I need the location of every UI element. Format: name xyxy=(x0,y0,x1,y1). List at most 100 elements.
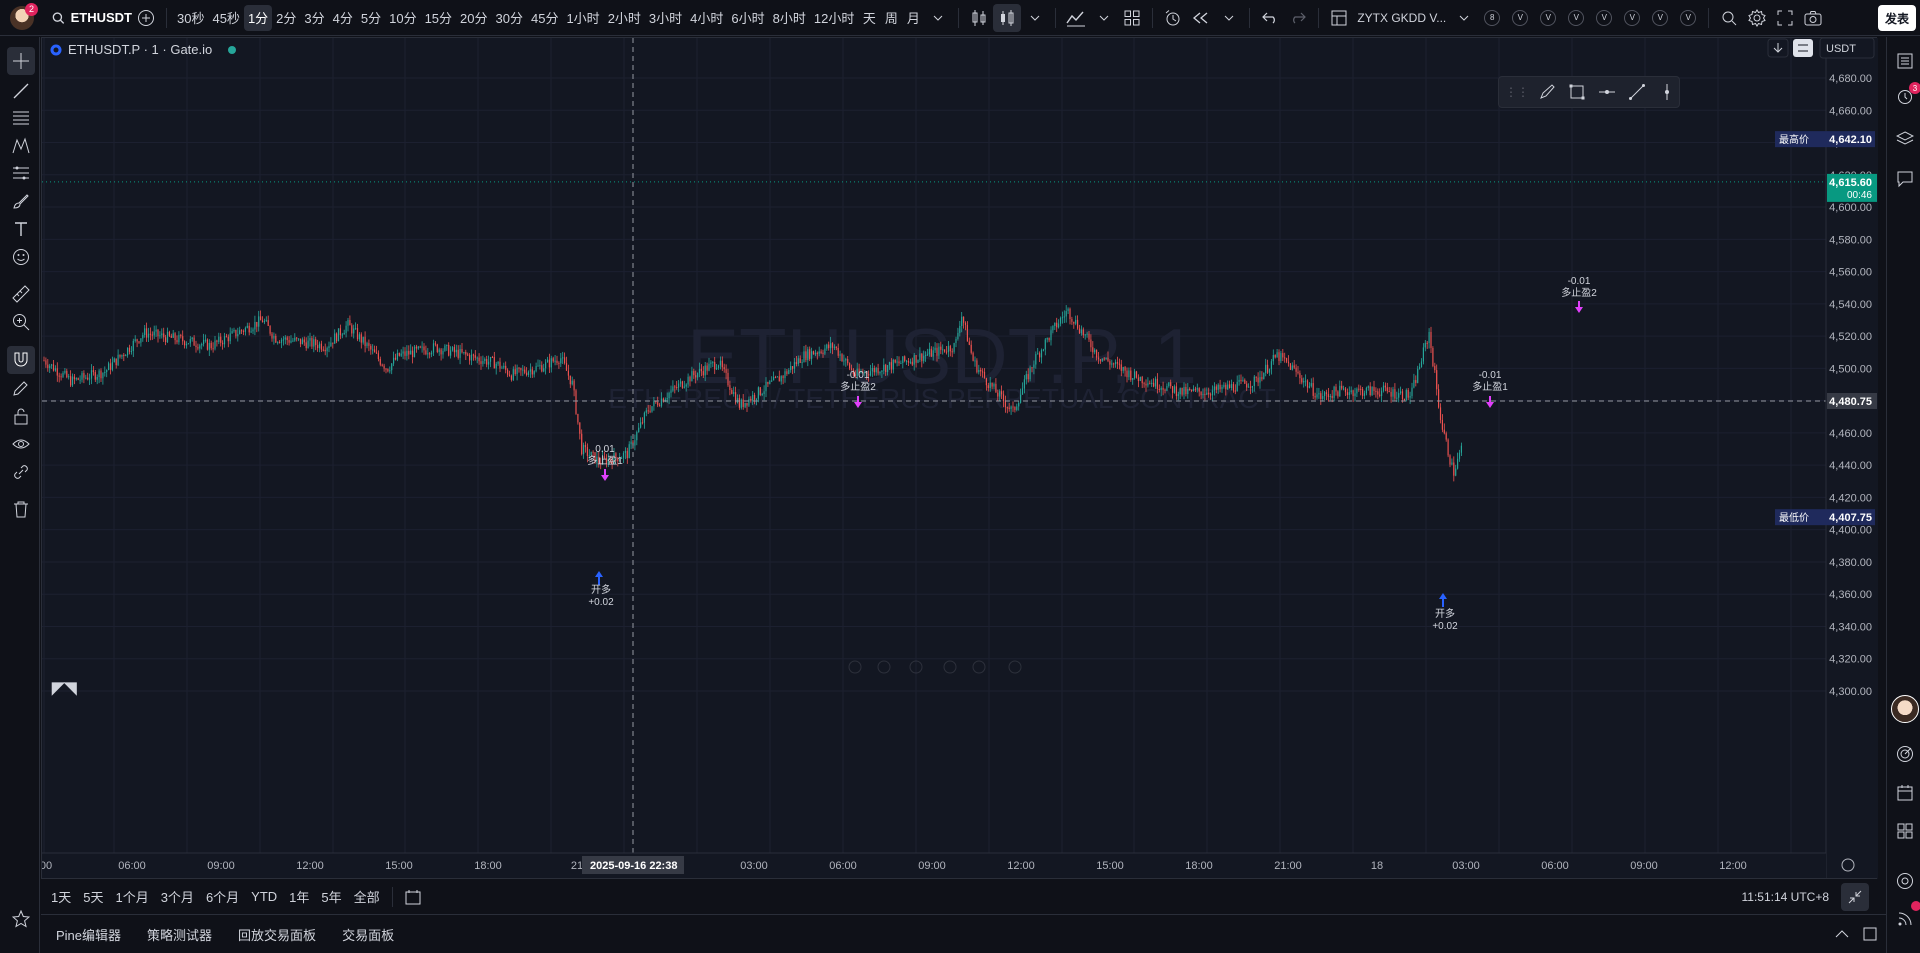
interval-button[interactable]: 天 xyxy=(858,5,880,31)
sell-marker-3[interactable]: -0.01多止盈1 xyxy=(1472,370,1508,408)
legend-title[interactable]: ETHUSDT.P · 1 · Gate.io xyxy=(68,42,212,57)
clock[interactable]: 11:51:14 UTC+8 xyxy=(1742,890,1830,904)
symbol-search[interactable]: ETHUSDT xyxy=(52,10,132,25)
interval-button[interactable]: 12小时 xyxy=(810,5,858,31)
interval-button[interactable]: 2小时 xyxy=(604,5,645,31)
assistant-avatar[interactable] xyxy=(1891,695,1919,723)
float-brush-button[interactable] xyxy=(1535,78,1559,106)
interval-button[interactable]: 6小时 xyxy=(727,5,768,31)
panel-tab[interactable]: 策略测试器 xyxy=(134,925,225,944)
layout-button[interactable] xyxy=(1325,4,1353,32)
panel-collapse-button[interactable] xyxy=(1828,920,1856,948)
chart-style-dropdown[interactable] xyxy=(1021,4,1049,32)
time-scale[interactable]: 00 06:00 09:00 12:00 15:00 18:00 21 03:00 06:00 0… xyxy=(42,852,1826,879)
interval-button[interactable]: 周 xyxy=(880,5,902,31)
interval-button[interactable]: 1分 xyxy=(243,4,273,31)
emoji-tool[interactable] xyxy=(7,243,35,271)
settings-button[interactable] xyxy=(1743,4,1771,32)
chat-button[interactable] xyxy=(1891,165,1919,193)
range-button[interactable]: 1个月 xyxy=(109,887,154,906)
panel-tab[interactable]: 回放交易面板 xyxy=(225,925,329,944)
alert-button[interactable] xyxy=(1159,4,1187,32)
indicator-toggle[interactable]: V xyxy=(1596,9,1613,26)
object-tree-button[interactable] xyxy=(1891,125,1919,153)
indicator-toggle[interactable]: V xyxy=(1512,9,1529,26)
price-scale[interactable]: 4,680.004,660.004,640.004,620.004,600.00… xyxy=(1825,38,1878,879)
interval-button[interactable]: 10分 xyxy=(385,5,420,31)
interval-button[interactable]: 2分 xyxy=(272,5,300,31)
range-button[interactable]: 5年 xyxy=(315,887,347,906)
interval-button[interactable]: 15分 xyxy=(421,5,456,31)
snapshot-button[interactable] xyxy=(1799,4,1827,32)
interval-button[interactable]: 45秒 xyxy=(208,5,243,31)
drag-handle-icon[interactable]: ⋮⋮ xyxy=(1505,85,1529,99)
buy-marker-2[interactable]: 开多+0.02 xyxy=(1432,593,1458,632)
publish-button[interactable]: 发表 xyxy=(1877,5,1916,31)
auto-scale-button[interactable] xyxy=(1793,39,1813,57)
currency-selector[interactable]: USDT xyxy=(1819,38,1875,59)
help-button[interactable] xyxy=(1891,867,1919,895)
indicator-toggle[interactable]: V xyxy=(1652,9,1669,26)
float-trendline-button[interactable] xyxy=(1625,78,1649,106)
candles-style-button[interactable] xyxy=(993,3,1022,32)
redo-button[interactable] xyxy=(1284,4,1312,32)
collapse-panel-button[interactable] xyxy=(1841,882,1869,911)
interval-button[interactable]: 1小时 xyxy=(562,5,603,31)
notifications-button[interactable] xyxy=(1891,901,1920,933)
magnet-tool[interactable] xyxy=(7,346,35,374)
interval-button[interactable]: 4小时 xyxy=(686,5,727,31)
indicator-toggle[interactable]: 8 xyxy=(1484,9,1501,26)
calendar-button[interactable] xyxy=(1891,779,1919,807)
fib-tool[interactable] xyxy=(7,104,35,132)
indicator-toggle[interactable]: V xyxy=(1568,9,1585,26)
sync-drawings-tool[interactable] xyxy=(7,458,35,486)
watchlist-button[interactable] xyxy=(1891,47,1919,75)
interval-button[interactable]: 5分 xyxy=(357,5,385,31)
interval-button[interactable]: 8小时 xyxy=(769,5,810,31)
templates-button[interactable] xyxy=(1118,4,1146,32)
minus-nav-icon[interactable] xyxy=(848,660,862,674)
interval-button[interactable]: 20分 xyxy=(456,5,491,31)
buy-marker-1[interactable]: 开多+0.02 xyxy=(588,571,614,608)
bar-style-button[interactable] xyxy=(965,4,993,32)
indicator-toggle[interactable]: V xyxy=(1540,9,1557,26)
interval-button[interactable]: 月 xyxy=(902,5,924,31)
sell-marker-1[interactable]: 0.01多止盈1 xyxy=(587,444,623,481)
forecast-tool[interactable] xyxy=(7,159,35,187)
range-button[interactable]: YTD xyxy=(245,889,283,904)
panel-tab[interactable]: 交易面板 xyxy=(329,925,407,944)
plus-nav-icon[interactable] xyxy=(877,660,891,674)
user-avatar[interactable]: 2 xyxy=(10,2,38,30)
interval-button[interactable]: 3小时 xyxy=(645,5,686,31)
draw-mode-tool[interactable] xyxy=(7,374,35,402)
float-vline-button[interactable] xyxy=(1655,78,1679,106)
range-button[interactable]: 6个月 xyxy=(200,887,245,906)
interval-button[interactable]: 30分 xyxy=(492,5,527,31)
undo-button[interactable] xyxy=(1256,4,1284,32)
indicators-button[interactable] xyxy=(1062,4,1090,32)
interval-button[interactable]: 4分 xyxy=(329,5,357,31)
indicators-dropdown[interactable] xyxy=(1090,4,1118,32)
fullscreen-button[interactable] xyxy=(1771,4,1799,32)
add-symbol-button[interactable] xyxy=(132,4,160,32)
replay-dropdown[interactable] xyxy=(1215,4,1243,32)
sell-marker-4[interactable]: -0.01多止盈2 xyxy=(1561,276,1597,313)
crosshair-tool[interactable] xyxy=(7,47,35,75)
float-rectangle-button[interactable] xyxy=(1565,78,1589,106)
hotlist-button[interactable] xyxy=(1891,817,1919,845)
favorites-tool[interactable] xyxy=(7,905,35,933)
refresh-nav-icon[interactable] xyxy=(1008,660,1022,674)
float-hline-button[interactable] xyxy=(1595,78,1619,106)
tv-logo-icon[interactable]: ◤◥ xyxy=(51,680,77,697)
indicator-dropdown[interactable] xyxy=(1450,4,1478,32)
range-button[interactable]: 3个月 xyxy=(155,887,200,906)
pattern-tool[interactable] xyxy=(7,132,35,160)
brush-tool[interactable] xyxy=(7,187,35,215)
interval-button[interactable]: 3分 xyxy=(300,5,328,31)
left-nav-icon[interactable] xyxy=(943,660,957,674)
scroll-to-realtime-button[interactable] xyxy=(1767,38,1789,58)
indicator-toggle[interactable]: V xyxy=(1680,9,1697,26)
indicator-toggle[interactable]: V xyxy=(1624,9,1641,26)
replay-button[interactable] xyxy=(1187,4,1215,32)
interval-button[interactable]: 30秒 xyxy=(173,5,208,31)
